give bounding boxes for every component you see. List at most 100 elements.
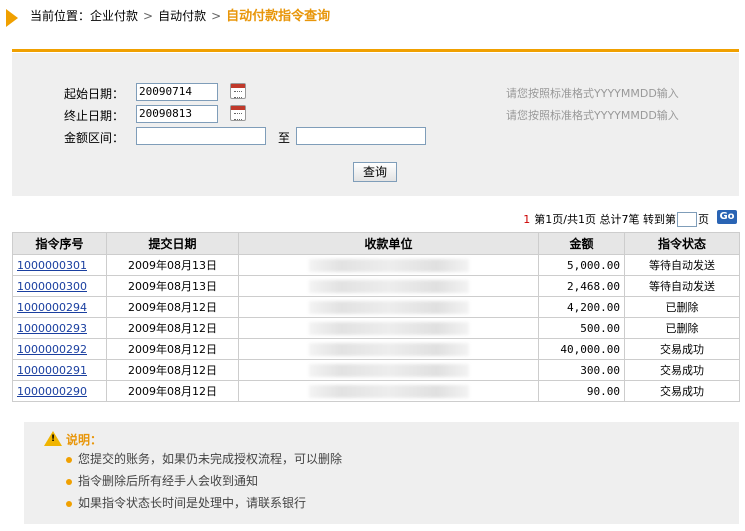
cell-amount: 40,000.00 (538, 338, 625, 360)
calendar-icon[interactable] (230, 83, 246, 99)
pagination: 1 第1页/共1页 总计7笔 转到第 页 Go (523, 210, 737, 228)
cell-amount: 2,468.00 (538, 275, 625, 297)
breadcrumb-item-enterprise-payment[interactable]: 企业付款 (90, 9, 138, 23)
instruction-id-link[interactable]: 1000000294 (17, 301, 87, 314)
table-row: 1000000290 2009年08月12日 90.00 交易成功 (12, 380, 740, 402)
breadcrumb-separator: > (143, 9, 154, 23)
table-row: 1000000292 2009年08月12日 40,000.00 交易成功 (12, 338, 740, 360)
redacted-payee (308, 279, 469, 293)
cell-status: 已删除 (624, 296, 740, 318)
table-row: 1000000294 2009年08月12日 4,200.00 已删除 (12, 296, 740, 318)
amount-range-row: 金额区间： 至 (12, 126, 739, 146)
redacted-payee (308, 300, 469, 314)
go-button[interactable]: Go (717, 210, 737, 224)
table-row: 1000000300 2009年08月13日 2,468.00 等待自动发送 (12, 275, 740, 297)
amount-max-input[interactable] (296, 127, 426, 145)
instruction-id-link[interactable]: 1000000293 (17, 322, 87, 335)
cell-date: 2009年08月12日 (106, 317, 239, 339)
end-date-input[interactable]: 20090813 (136, 105, 218, 123)
cell-id: 1000000291 (12, 359, 107, 381)
query-form: 起始日期： 20090714 请您按照标准格式YYYYMMDD输入 终止日期： … (12, 53, 739, 196)
note-item: 您提交的账务，如果仍未完成授权流程，可以删除 (66, 450, 342, 467)
cell-id: 1000000300 (12, 275, 107, 297)
end-date-label: 终止日期： (64, 109, 125, 123)
cell-id: 1000000294 (12, 296, 107, 318)
cell-date: 2009年08月13日 (106, 254, 239, 276)
cell-id: 1000000293 (12, 317, 107, 339)
cell-payee (238, 254, 539, 276)
start-date-hint: 请您按照标准格式YYYYMMDD输入 (506, 87, 679, 100)
cell-status: 交易成功 (624, 338, 740, 360)
cell-date: 2009年08月13日 (106, 275, 239, 297)
cell-status: 等待自动发送 (624, 254, 740, 276)
cell-amount: 300.00 (538, 359, 625, 381)
cell-date: 2009年08月12日 (106, 296, 239, 318)
cell-status: 已删除 (624, 317, 740, 339)
instruction-id-link[interactable]: 1000000290 (17, 385, 87, 398)
page-title: 自动付款指令查询 (226, 9, 331, 24)
cell-date: 2009年08月12日 (106, 359, 239, 381)
cell-payee (238, 338, 539, 360)
start-date-input[interactable]: 20090714 (136, 83, 218, 101)
redacted-payee (308, 384, 469, 398)
pagination-suffix: 页 (698, 213, 709, 226)
instruction-id-link[interactable]: 1000000291 (17, 364, 87, 377)
breadcrumb-text: 当前位置：企业付款 > 自动付款 > 自动付款指令查询 (30, 8, 330, 25)
amount-to-label: 至 (278, 131, 291, 145)
cell-amount: 5,000.00 (538, 254, 625, 276)
instruction-id-link[interactable]: 1000000301 (17, 259, 87, 272)
calendar-icon[interactable] (230, 105, 246, 121)
redacted-payee (308, 342, 469, 356)
breadcrumb-arrow-icon (6, 9, 18, 27)
results-table: 指令序号 提交日期 收款单位 金额 指令状态 1000000301 2009年0… (12, 232, 740, 402)
table-header-row: 指令序号 提交日期 收款单位 金额 指令状态 (12, 232, 740, 255)
cell-payee (238, 275, 539, 297)
start-date-row: 起始日期： 20090714 请您按照标准格式YYYYMMDD输入 (12, 82, 739, 102)
cell-status: 交易成功 (624, 380, 740, 402)
cell-amount: 90.00 (538, 380, 625, 402)
breadcrumb-item-auto-payment[interactable]: 自动付款 (158, 9, 206, 23)
cell-id: 1000000292 (12, 338, 107, 360)
pagination-summary: 第1页/共1页 总计7笔 转到第 (534, 213, 676, 226)
column-header-date: 提交日期 (106, 232, 239, 255)
note-item: 如果指令状态长时间是处理中，请联系银行 (66, 494, 306, 511)
page-number-link[interactable]: 1 (523, 213, 530, 226)
header-divider (12, 49, 739, 52)
cell-id: 1000000301 (12, 254, 107, 276)
note-item: 指令删除后所有经手人会收到通知 (66, 472, 258, 489)
column-header-amount: 金额 (538, 232, 625, 255)
cell-status: 等待自动发送 (624, 275, 740, 297)
cell-amount: 4,200.00 (538, 296, 625, 318)
table-row: 1000000293 2009年08月12日 500.00 已删除 (12, 317, 740, 339)
amount-range-label: 金额区间： (64, 131, 125, 145)
instruction-id-link[interactable]: 1000000300 (17, 280, 87, 293)
breadcrumb-separator: > (211, 9, 222, 23)
breadcrumb: 当前位置：企业付款 > 自动付款 > 自动付款指令查询 (0, 0, 745, 36)
cell-amount: 500.00 (538, 317, 625, 339)
redacted-payee (308, 363, 469, 377)
cell-id: 1000000290 (12, 380, 107, 402)
cell-date: 2009年08月12日 (106, 380, 239, 402)
notes-panel: ! 说明： 您提交的账务，如果仍未完成授权流程，可以删除 指令删除后所有经手人会… (24, 422, 739, 524)
column-header-status: 指令状态 (624, 232, 740, 255)
query-button[interactable]: 查询 (353, 162, 397, 182)
redacted-payee (308, 321, 469, 335)
instruction-id-link[interactable]: 1000000292 (17, 343, 87, 356)
end-date-row: 终止日期： 20090813 请您按照标准格式YYYYMMDD输入 (12, 104, 739, 124)
column-header-payee: 收款单位 (238, 232, 539, 255)
amount-min-input[interactable] (136, 127, 266, 145)
table-row: 1000000301 2009年08月13日 5,000.00 等待自动发送 (12, 254, 740, 276)
cell-date: 2009年08月12日 (106, 338, 239, 360)
table-row: 1000000291 2009年08月12日 300.00 交易成功 (12, 359, 740, 381)
cell-payee (238, 380, 539, 402)
cell-status: 交易成功 (624, 359, 740, 381)
end-date-hint: 请您按照标准格式YYYYMMDD输入 (506, 109, 679, 122)
goto-page-input[interactable] (677, 211, 697, 227)
column-header-id: 指令序号 (12, 232, 107, 255)
cell-payee (238, 359, 539, 381)
warning-icon: ! (44, 431, 62, 446)
notes-title: 说明： (66, 433, 103, 447)
breadcrumb-prefix: 当前位置： (30, 9, 91, 23)
redacted-payee (308, 258, 469, 272)
cell-payee (238, 296, 539, 318)
